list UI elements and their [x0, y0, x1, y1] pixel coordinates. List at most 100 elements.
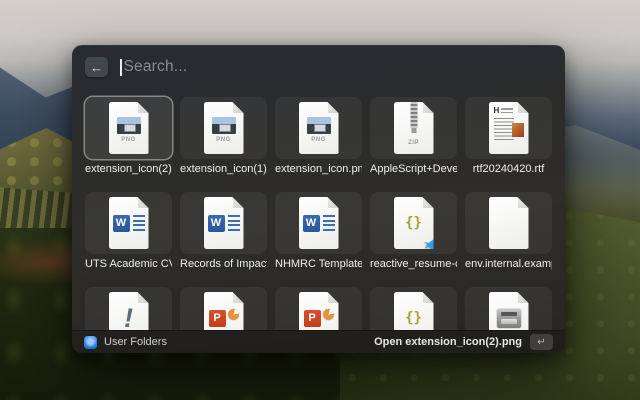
powerpoint-file-icon: P	[204, 292, 244, 330]
grid-cell: PNG extension_icon(1)....	[180, 97, 267, 176]
grid-cell	[465, 287, 552, 330]
png-thumbnail	[117, 117, 141, 134]
screen: ← Search... PNG exte	[0, 0, 640, 400]
page-fold-icon	[328, 102, 339, 113]
open-action-label: Open extension_icon(2).png	[374, 336, 522, 348]
zip-ext-label: ZIP	[394, 140, 434, 146]
search-bar: ← Search...	[72, 45, 565, 89]
file-results-grid: PNG extension_icon(2).... PNG	[72, 89, 565, 330]
search-placeholder: Search...	[124, 58, 188, 76]
file-name-label: env.internal.example	[465, 258, 552, 271]
grid-cell: P	[180, 287, 267, 330]
rtf-headline-lines	[501, 108, 513, 113]
page-fold-icon	[138, 292, 149, 303]
page-fold-icon	[138, 197, 149, 208]
page-fold-icon	[328, 292, 339, 303]
file-tile[interactable]: W	[275, 192, 362, 254]
png-file-icon: PNG	[299, 102, 339, 154]
rtf-text-lines	[494, 118, 514, 140]
grid-cell: ZIP AppleScript+Devel...	[370, 97, 457, 176]
file-search-overlay: ← Search... PNG exte	[72, 45, 565, 353]
png-ext-label: PNG	[121, 137, 136, 143]
page-fold-icon	[233, 197, 244, 208]
file-tile[interactable]: !	[85, 287, 172, 330]
file-name-label: AppleScript+Devel...	[370, 163, 457, 176]
vscode-badge-icon	[424, 238, 438, 252]
zipper-icon	[410, 102, 417, 128]
word-file-icon: W	[299, 197, 339, 249]
png-file-icon: PNG	[204, 102, 244, 154]
file-tile[interactable]: PNG	[275, 97, 362, 159]
page-fold-icon	[518, 292, 529, 303]
powerpoint-logo-icon: P	[304, 310, 321, 327]
grid-cell: PNG extension_icon.png	[275, 97, 362, 176]
grid-cell: W UTS Academic CV...	[85, 192, 172, 271]
file-name-label: Records of Impact...	[180, 258, 267, 271]
file-tile[interactable]: {}	[370, 287, 457, 330]
doc-lines-icon	[323, 215, 335, 231]
word-logo-icon: W	[303, 215, 320, 232]
file-tile[interactable]: W	[180, 192, 267, 254]
powerpoint-file-icon: P	[299, 292, 339, 330]
word-file-icon: W	[109, 197, 149, 249]
powerpoint-logo-icon: P	[209, 310, 226, 327]
file-tile[interactable]: H	[465, 97, 552, 159]
printer-device-icon	[497, 309, 521, 328]
page-fold-icon	[138, 102, 149, 113]
exclamation-glyph: !	[124, 305, 133, 331]
grid-cell: H rtf20240420.rtf	[465, 97, 552, 176]
file-name-label: extension_icon(1)....	[180, 163, 267, 176]
file-tile[interactable]	[465, 192, 552, 254]
json-braces-glyph: {}	[405, 310, 422, 326]
search-input[interactable]: Search...	[120, 53, 552, 81]
file-tile[interactable]: ZIP	[370, 97, 457, 159]
user-folders-source[interactable]: User Folders	[84, 336, 167, 349]
doc-lines-icon	[228, 215, 240, 231]
png-thumbnail	[212, 117, 236, 134]
file-name-label: NHMRC Template...	[275, 258, 362, 271]
png-thumbnail	[307, 117, 331, 134]
user-folders-app-icon	[84, 336, 97, 349]
zip-file-icon: ZIP	[394, 102, 434, 154]
page-fold-icon	[423, 102, 434, 113]
page-fold-icon	[233, 292, 244, 303]
pie-chart-icon	[323, 309, 334, 320]
file-name-label: extension_icon(2)....	[85, 163, 172, 176]
grid-cell: {} reactive_resume-c...	[370, 192, 457, 271]
file-tile[interactable]: PNG	[180, 97, 267, 159]
open-action[interactable]: Open extension_icon(2).png ↵	[374, 334, 553, 350]
device-file-icon	[489, 292, 529, 330]
file-name-label: reactive_resume-c...	[370, 258, 457, 271]
rtf-heading-glyph: H	[494, 107, 500, 115]
json-file-icon: {}	[394, 292, 434, 330]
text-cursor	[120, 59, 122, 76]
back-button[interactable]: ←	[85, 57, 108, 77]
grid-cell: P	[275, 287, 362, 330]
word-logo-icon: W	[113, 215, 130, 232]
grid-cell: W NHMRC Template...	[275, 192, 362, 271]
word-file-icon: W	[204, 197, 244, 249]
png-ext-label: PNG	[216, 137, 231, 143]
return-key-icon: ↵	[530, 334, 553, 350]
file-tile[interactable]: P	[275, 287, 362, 330]
file-name-label: extension_icon.png	[275, 163, 362, 176]
file-tile[interactable]: {}	[370, 192, 457, 254]
doc-lines-icon	[133, 215, 145, 231]
file-tile[interactable]: P	[180, 287, 267, 330]
grid-cell: {}	[370, 287, 457, 330]
png-file-icon: PNG	[109, 102, 149, 154]
page-fold-icon	[423, 292, 434, 303]
page-fold-icon	[518, 197, 529, 208]
rtf-inline-image	[512, 123, 524, 137]
status-bar: User Folders Open extension_icon(2).png …	[72, 330, 565, 353]
warning-file-icon: !	[109, 292, 149, 330]
grid-cell: !	[85, 287, 172, 330]
png-ext-label: PNG	[311, 137, 326, 143]
file-tile[interactable]: W	[85, 192, 172, 254]
word-logo-icon: W	[208, 215, 225, 232]
blank-file-icon	[489, 197, 529, 249]
file-tile[interactable]: PNG	[85, 97, 172, 159]
pie-chart-icon	[228, 309, 239, 320]
page-fold-icon	[423, 197, 434, 208]
file-tile[interactable]	[465, 287, 552, 330]
